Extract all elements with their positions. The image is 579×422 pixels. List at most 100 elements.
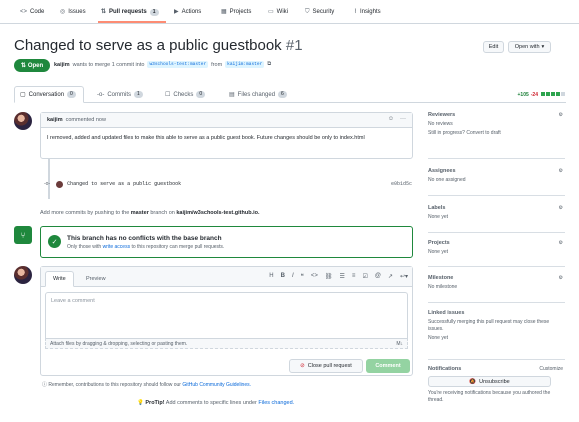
mention-icon[interactable]: @ xyxy=(375,273,381,280)
tab-checks-count: 0 xyxy=(196,91,206,98)
tab-checks[interactable]: ☐ Checks 0 xyxy=(160,86,210,103)
tab-code[interactable]: <> Code xyxy=(20,6,44,18)
merge-status-box: ✓ This branch has no conflicts with the … xyxy=(40,226,413,258)
tab-wiki-label: Wiki xyxy=(276,9,289,15)
diff-deletions: -24 xyxy=(530,92,538,98)
tab-write[interactable]: Write xyxy=(45,271,74,287)
merge-prefix: Only those with xyxy=(67,244,102,250)
pull-requests-count: 1 xyxy=(149,8,159,16)
tab-security[interactable]: ⛉ Security xyxy=(305,6,334,18)
sidebar-assignees[interactable]: Assignees ⚙ No one assigned xyxy=(428,168,565,196)
community-guidelines-note: ⓘ Remember, contributions to this reposi… xyxy=(42,381,251,388)
protip-label: ProTip! xyxy=(145,400,165,406)
comment-textarea[interactable]: Leave a comment xyxy=(45,292,408,338)
base-branch[interactable]: w3schools-test:master xyxy=(147,61,209,68)
projects-value: None yet xyxy=(428,249,449,255)
tab-preview[interactable]: Preview xyxy=(79,271,113,287)
avatar[interactable] xyxy=(14,112,32,130)
gear-icon[interactable]: ⚙ xyxy=(559,240,563,246)
reply-icon[interactable]: ↩▾ xyxy=(400,273,408,280)
commit-avatar[interactable] xyxy=(56,180,64,188)
add-more-branch: master xyxy=(130,210,149,216)
kebab-menu-icon[interactable]: ··· xyxy=(400,116,406,122)
commit-icon: -o- xyxy=(44,181,51,187)
from-text: from xyxy=(211,61,223,68)
unordered-list-icon[interactable]: ☰ xyxy=(340,273,345,280)
file-diff-icon: ▤ xyxy=(229,92,235,98)
tab-files-changed[interactable]: ▤ Files changed 6 xyxy=(224,86,292,103)
checklist-icon: ☐ xyxy=(165,92,171,98)
code-icon[interactable]: <> xyxy=(311,273,318,280)
add-more-middle: branch on xyxy=(150,210,175,216)
gear-icon[interactable]: ⚙ xyxy=(559,205,563,211)
status-badge-label: Open xyxy=(27,62,44,69)
copy-icon[interactable]: ⧉ xyxy=(267,61,271,68)
tab-write-label: Write xyxy=(53,276,66,282)
tab-files-changed-label: Files changed xyxy=(237,91,276,98)
tab-projects[interactable]: ▦ Projects xyxy=(221,6,251,18)
add-more-commits-note: Add more commits by pushing to the maste… xyxy=(40,210,260,216)
tab-pull-requests[interactable]: ⇅ Pull requests 1 xyxy=(101,6,159,18)
tab-issues[interactable]: ◎ Issues xyxy=(60,6,86,18)
avatar[interactable] xyxy=(14,266,32,284)
remember-text: Remember, contributions to this reposito… xyxy=(48,382,181,388)
files-changed-link[interactable]: Files changed. xyxy=(258,400,294,406)
commit-sha[interactable]: e0b1d5c xyxy=(391,181,412,187)
open-with-label: Open with xyxy=(514,44,540,50)
sidebar-projects[interactable]: Projects ⚙ None yet xyxy=(428,240,565,267)
tab-actions[interactable]: ▶ Actions xyxy=(174,6,201,18)
commit-message[interactable]: Changed to serve as a public guestbook xyxy=(67,181,181,187)
gear-icon[interactable]: ⚙ xyxy=(559,275,563,281)
sidebar-reviewers[interactable]: Reviewers ⚙ No reviews Still in progress… xyxy=(428,112,565,159)
add-more-repo: kaijim/w3schools-test.github.io. xyxy=(176,210,260,216)
customize-link[interactable]: Customize xyxy=(539,366,563,372)
sidebar-milestone[interactable]: Milestone ⚙ No milestone xyxy=(428,275,565,303)
ordered-list-icon[interactable]: ≡ xyxy=(352,273,356,280)
task-list-icon[interactable]: ☑ xyxy=(362,273,367,280)
attach-files-area[interactable]: Attach files by dragging & dropping, sel… xyxy=(45,338,408,349)
italic-icon[interactable]: I xyxy=(292,273,294,280)
tab-conversation[interactable]: ▢ Conversation 0 xyxy=(14,86,84,103)
tab-commits[interactable]: -o- Commits 1 xyxy=(92,86,148,103)
close-pull-request-button[interactable]: ⊘ Close pull request xyxy=(289,359,363,373)
cross-reference-icon[interactable]: ↗ xyxy=(388,273,393,280)
gear-icon[interactable]: ⚙ xyxy=(559,112,563,118)
markdown-toolbar: H B I ❝ <> ⛓ ☰ ≡ ☑ @ ↗ ↩▾ xyxy=(269,273,408,280)
open-with-button[interactable]: Open with ▾ xyxy=(508,41,551,53)
comment-author[interactable]: kaijim xyxy=(47,117,63,123)
comment-body: I removed, added and updated files to ma… xyxy=(47,135,365,141)
active-tab-underline xyxy=(98,21,166,23)
heading-icon[interactable]: H xyxy=(269,273,273,280)
smiley-icon[interactable]: ☺ xyxy=(388,116,394,122)
comment-time[interactable]: commented now xyxy=(66,117,106,123)
edit-button[interactable]: Edit xyxy=(483,41,504,53)
community-guidelines-link[interactable]: GitHub Community Guidelines. xyxy=(182,382,251,388)
commit-icon: -o- xyxy=(97,91,105,98)
pr-tabs: ▢ Conversation 0 -o- Commits 1 ☐ Checks … xyxy=(14,86,566,103)
pull-request-icon: ⇅ xyxy=(20,63,26,69)
pr-author[interactable]: kaijim xyxy=(54,62,70,68)
write-access-link[interactable]: write access xyxy=(103,244,131,250)
quote-icon[interactable]: ❝ xyxy=(301,273,304,280)
pull-request-icon: ⇅ xyxy=(101,9,107,15)
sidebar-linked-issues: Linked issues Successfully merging this … xyxy=(428,310,565,360)
convert-to-draft-link[interactable]: Still in progress? Convert to draft xyxy=(428,130,565,137)
tab-insights[interactable]: ⌇ Insights xyxy=(354,6,381,18)
tab-pull-requests-label: Pull requests xyxy=(109,9,147,15)
projects-title: Projects xyxy=(428,240,450,246)
bold-icon[interactable]: B xyxy=(281,273,285,280)
tab-checks-label: Checks xyxy=(173,91,194,98)
close-pull-request-label: Close pull request xyxy=(307,363,352,369)
head-branch[interactable]: kaijim:master xyxy=(225,61,265,68)
unsubscribe-button[interactable]: 🔕 Unsubscribe xyxy=(428,376,551,387)
linked-issues-value: Successfully merging this pull request m… xyxy=(428,319,550,332)
tab-projects-label: Projects xyxy=(229,9,252,15)
link-icon[interactable]: ⛓ xyxy=(325,273,333,280)
markdown-icon[interactable]: M↓ xyxy=(396,341,403,347)
gear-icon[interactable]: ⚙ xyxy=(559,168,563,174)
tab-wiki[interactable]: ▭ Wiki xyxy=(268,6,288,18)
play-icon: ▶ xyxy=(174,9,179,15)
sidebar-labels[interactable]: Labels ⚙ None yet xyxy=(428,205,565,233)
comment-button[interactable]: Comment xyxy=(366,359,410,373)
editor-tabs: Write Preview H B I ❝ <> ⛓ ☰ ≡ ☑ @ ↗ ↩▾ xyxy=(41,267,412,287)
